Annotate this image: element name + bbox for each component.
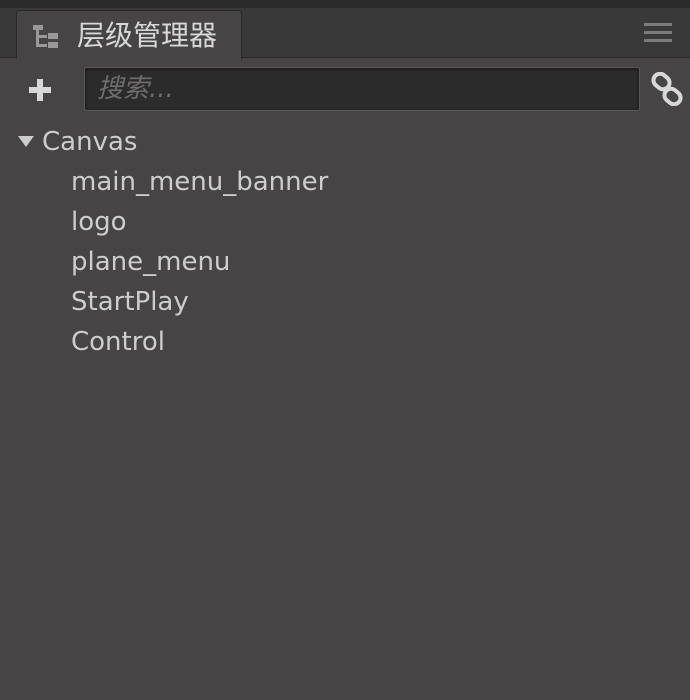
hierarchy-icon [33, 25, 58, 48]
search-input[interactable] [85, 68, 639, 110]
chain-link-icon[interactable] [650, 72, 684, 106]
hamburger-menu-icon[interactable] [644, 22, 672, 44]
hierarchy-toolbar: + [0, 58, 690, 120]
tree-node[interactable]: logo [71, 202, 127, 242]
tree-node-canvas[interactable]: Canvas [0, 122, 690, 162]
tree-node[interactable]: Control [71, 322, 165, 362]
search-field[interactable] [84, 67, 640, 111]
tree-node-label: Canvas [42, 127, 138, 157]
caret-down-icon[interactable] [18, 136, 34, 148]
add-node-button[interactable]: + [20, 70, 60, 110]
tab-hierarchy[interactable]: 层级管理器 [16, 10, 242, 59]
tree-node[interactable]: plane_menu [71, 242, 230, 282]
tree-node[interactable]: StartPlay [71, 282, 189, 322]
tree-node[interactable]: main_menu_banner [71, 162, 328, 202]
panel-title: 层级管理器 [77, 19, 218, 52]
panel-tab-bar: 层级管理器 [0, 8, 690, 59]
window-top-border [0, 0, 690, 8]
